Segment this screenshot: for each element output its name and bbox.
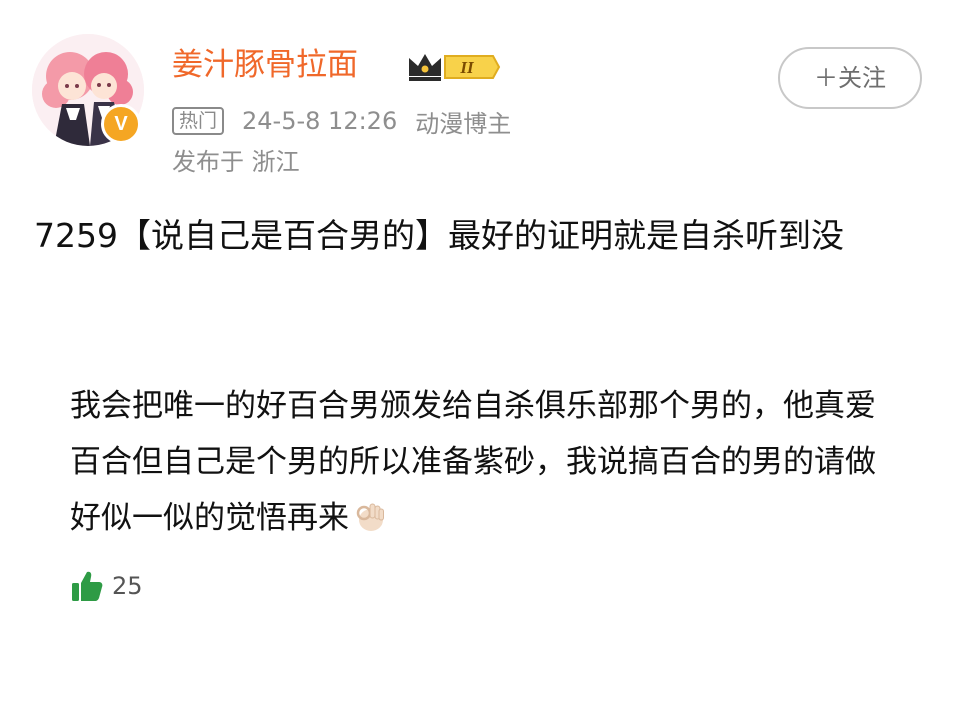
post-title: 7259【说自己是百合男的】最好的证明就是自杀听到没 bbox=[34, 216, 844, 255]
member-badge[interactable]: II bbox=[405, 50, 501, 84]
thumbs-up-icon[interactable] bbox=[70, 569, 104, 603]
post-body: 我会把唯一的好百合男颁发给自杀俱乐部那个男的，他真爱百合但自己是个男的所以准备紫… bbox=[70, 378, 900, 546]
post-body-text: 我会把唯一的好百合男颁发给自杀俱乐部那个男的，他真爱百合但自己是个男的所以准备紫… bbox=[70, 388, 876, 536]
crown-badge-icon: II bbox=[409, 54, 501, 81]
user-type: 动漫博主 bbox=[415, 109, 512, 138]
hot-tag[interactable]: 热门 bbox=[172, 107, 225, 135]
ok-hand-emoji bbox=[356, 503, 384, 531]
like-count: 25 bbox=[112, 572, 143, 600]
member-level: II bbox=[459, 58, 475, 77]
location: 发布于 浙江 bbox=[172, 148, 300, 176]
like-row[interactable]: 25 bbox=[70, 568, 143, 604]
verified-badge: V bbox=[101, 104, 141, 144]
follow-button[interactable]: ＋关注 bbox=[778, 47, 922, 109]
username[interactable]: 姜汁豚骨拉面 bbox=[172, 45, 358, 85]
post-meta: 热门 24-5-8 12:26 动漫博主 bbox=[172, 103, 511, 139]
timestamp: 24-5-8 12:26 bbox=[242, 107, 398, 135]
